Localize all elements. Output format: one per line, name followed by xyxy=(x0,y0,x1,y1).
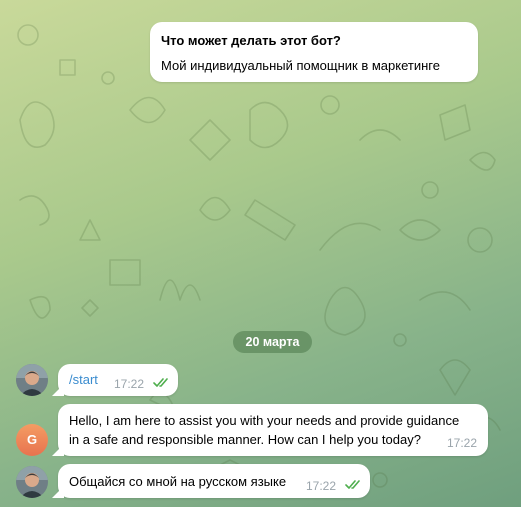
date-separator: 20 марта xyxy=(233,331,312,353)
message-text: Общайся со мной на русском языке xyxy=(69,474,287,489)
chat-area: Что может делать этот бот? Мой индивидуа… xyxy=(0,0,521,507)
bot-info-description: Мой индивидуальный помощник в маркетинге xyxy=(161,58,440,73)
message-text-line: in a safe and responsible manner. How ca… xyxy=(69,432,421,447)
message-time: 17:22 xyxy=(306,479,337,493)
message-bubble-bot[interactable]: Hello, I am here to assist you with your… xyxy=(52,404,488,456)
command-link[interactable]: /start xyxy=(69,371,98,388)
bot-avatar[interactable]: G xyxy=(16,424,48,456)
message-bubble-user[interactable]: /start 17:22 xyxy=(52,364,178,396)
double-check-icon xyxy=(345,480,360,489)
bot-info-card: Что может делать этот бот? Мой индивидуа… xyxy=(150,22,478,82)
double-check-icon xyxy=(153,378,168,387)
message-text-line: Hello, I am here to assist you with your… xyxy=(69,413,460,428)
bot-info-title: Что может делать этот бот? xyxy=(161,33,341,48)
user-avatar[interactable] xyxy=(16,466,48,498)
message-bubble-user[interactable]: Общайся со мной на русском языке 17:22 xyxy=(52,464,370,498)
message-time: 17:22 xyxy=(447,436,478,450)
user-avatar[interactable] xyxy=(16,364,48,396)
message-time: 17:22 xyxy=(114,377,145,391)
